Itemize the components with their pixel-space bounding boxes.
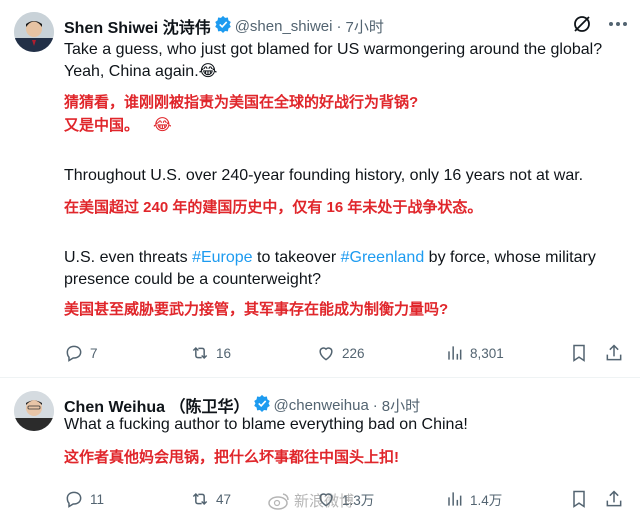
avatar[interactable] [14,391,54,431]
view-count: 8,301 [470,345,504,361]
hashtag-link[interactable]: #Greenland [341,249,425,266]
reply-icon [66,345,82,362]
retweet-count: 47 [216,491,232,507]
tweet-paragraph: Throughout U.S. over 240-year founding h… [64,167,584,184]
views-button[interactable]: 1.4万 [444,489,502,509]
retweet-count: 16 [216,345,232,361]
tweet-divider [0,377,640,378]
tweet-paragraph: U.S. even threats #Europe to takeover #G… [64,247,634,291]
translation-text: 又是中国。 [64,117,140,134]
timestamp[interactable]: 7小时 [345,16,383,37]
dot-separator: · [336,17,342,35]
tweet-text-line: Yeah, China again.😂 [64,61,634,83]
laughing-emoji-icon: 😂 [198,63,218,80]
watermark-text: 新浪微博 [294,493,355,510]
translation-text: 这作者真他妈会甩锅，把什么坏事都往中国头上扣! [64,449,399,466]
share-icon[interactable] [604,489,624,514]
heart-icon [319,347,333,361]
share-icon[interactable] [604,343,624,368]
views-button[interactable]: 8,301 [444,343,504,363]
avatar[interactable] [14,12,54,52]
reply-icon [66,491,82,508]
bookmark-icon[interactable] [569,343,589,368]
tweet-text-line: presence could be a counterweight? [64,271,322,288]
tweet-actions: 7 16 226 8,301 [64,343,624,365]
tweet-header: Shen Shiwei 沈诗伟 @shen_shiwei · 7小时 [64,14,384,38]
tweet-text: Yeah, China again. [64,63,199,80]
verified-badge-icon [214,15,232,38]
tweet-text: by force, whose military [424,249,596,266]
reply-button[interactable]: 11 [64,489,104,509]
reply-count: 7 [90,345,98,361]
tweet-text-line: Take a guess, who just got blamed for US… [64,41,603,58]
timestamp[interactable]: 8小时 [382,395,420,416]
laughing-emoji-icon: 😂 [153,117,172,134]
like-count: 226 [342,345,365,361]
bookmark-icon[interactable] [569,489,589,514]
tweet-text: What a fucking author to blame everythin… [64,416,468,433]
author-handle[interactable]: @shen_shiwei [235,18,333,35]
tweet-text-line: U.S. even threats #Europe to takeover #G… [64,247,634,269]
translation-line: 又是中国。 😂 [64,115,634,136]
reply-count: 11 [90,491,105,507]
tweet-body: Take a guess, who just got blamed for US… [64,39,634,83]
dot-separator: · [372,396,378,414]
retweet-icon [192,346,208,360]
author-name[interactable]: Shen Shiwei 沈诗伟 [64,14,211,38]
translation-block: 猜猜看，谁刚刚被指责为美国在全球的好战行为背锅? 又是中国。 😂 [64,92,634,136]
view-count: 1.4万 [470,493,503,508]
translation-text: 在美国超过 240 年的建国历史中，仅有 16 年未处于战争状态。 [64,199,483,216]
watermark: 新浪微博 [268,490,354,511]
translation-text: 美国甚至威胁要武力接管，其军事存在能成为制衡力量吗? [64,301,449,318]
tweet-text: U.S. even threats [64,249,193,266]
like-button[interactable]: 226 [316,343,365,363]
hashtag-link[interactable]: #Europe [192,249,253,266]
translation-text: 猜猜看，谁刚刚被指责为美国在全球的好战行为背锅? [64,94,419,111]
retweet-icon [192,492,208,506]
retweet-button[interactable]: 47 [190,489,231,509]
more-options-icon[interactable] [607,14,629,39]
grok-icon[interactable] [572,14,592,39]
views-icon [448,346,462,360]
reply-button[interactable]: 7 [64,343,98,363]
views-icon [448,492,462,506]
tweet-text: to takeover [252,249,341,266]
author-handle[interactable]: @chenweihua [274,397,369,414]
retweet-button[interactable]: 16 [190,343,231,363]
weibo-logo-icon [268,492,289,510]
